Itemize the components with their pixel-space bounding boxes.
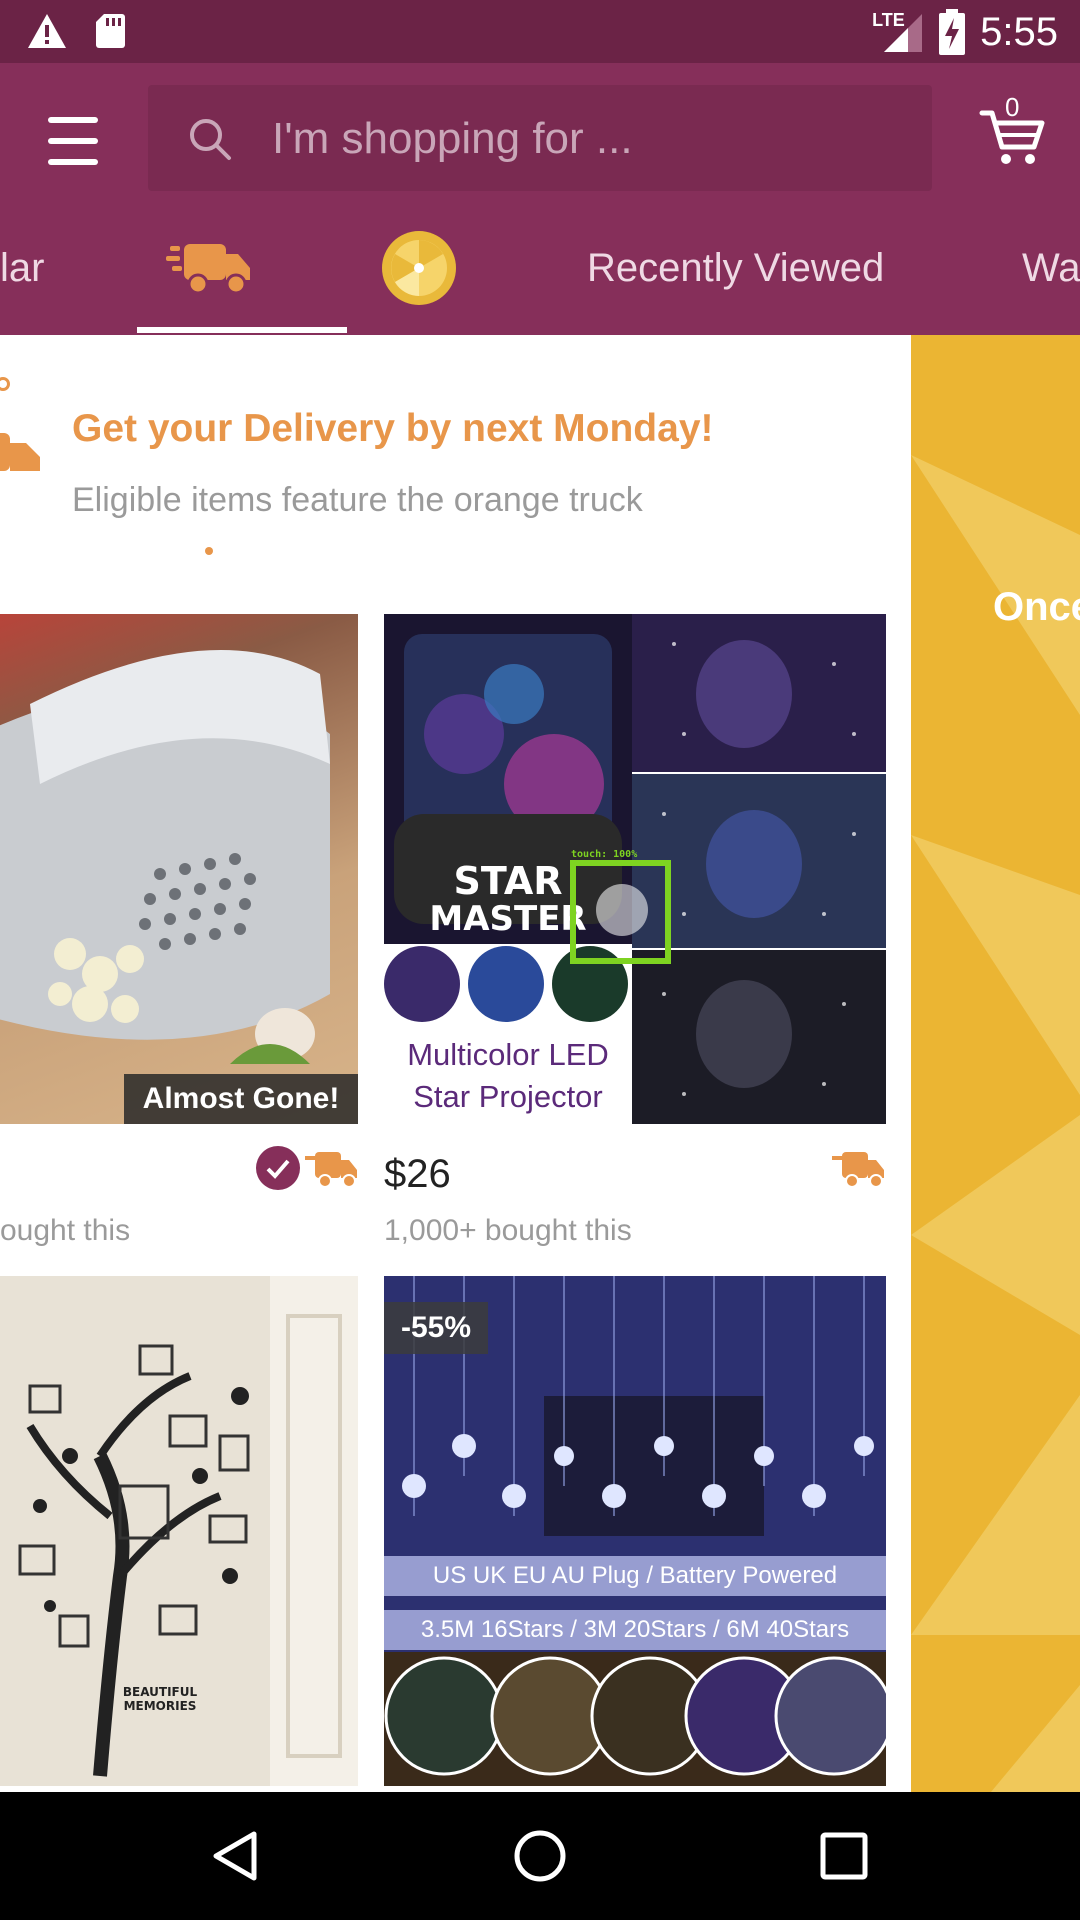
- promo-subtitle: Eligible items feature the orange truck: [72, 481, 643, 519]
- caption-line: Multicolor LED: [407, 1037, 609, 1072]
- tab-recently-viewed[interactable]: Recently Viewed: [587, 200, 884, 335]
- product-price: $26: [384, 1152, 451, 1196]
- menu-button[interactable]: [40, 111, 106, 171]
- tab-wishlist[interactable]: Wa: [1022, 200, 1080, 335]
- discount-badge: -55%: [384, 1302, 488, 1354]
- battery-charging-icon: [939, 9, 966, 55]
- fast-delivery-truck-icon: [305, 1152, 357, 1188]
- product-image: BEAUTIFUL MEMORIES: [18, 1276, 358, 1786]
- side-banner-text: Once: [993, 585, 1080, 629]
- sd-card-icon: [96, 14, 125, 48]
- touch-indicator-box: [570, 860, 671, 964]
- almost-gone-badge: Almost Gone!: [124, 1074, 358, 1124]
- decorative-dot: [0, 377, 10, 391]
- navigation-bar: [0, 1792, 1080, 1920]
- category-tabs: lar Recently Viewed Wa: [0, 200, 1080, 335]
- tab-fast-delivery[interactable]: [166, 200, 252, 335]
- cart-count-badge: 0: [1005, 92, 1020, 122]
- product-card-snowflake-lights[interactable]: -55% US UK EU AU Plug / Battery Powered …: [384, 1276, 886, 1786]
- home-icon[interactable]: [510, 1826, 570, 1886]
- decorative-dot: [205, 547, 213, 555]
- svg-text:MASTER: MASTER: [429, 899, 586, 939]
- prize-wheel-icon: [382, 230, 456, 305]
- recents-icon[interactable]: [814, 1826, 874, 1886]
- discount-text: -55%: [400, 1311, 472, 1344]
- badge-text: Almost Gone!: [142, 1082, 340, 1115]
- image-caption: US UK EU AU Plug / Battery Powered: [432, 1562, 838, 1589]
- tab-label: lar: [0, 245, 45, 290]
- image-caption: BEAUTIFUL: [123, 1685, 198, 1699]
- tab-calendar[interactable]: lar: [0, 200, 44, 335]
- search-bar[interactable]: I'm shopping for ...: [148, 85, 932, 191]
- caption-line: Star Projector: [413, 1079, 603, 1114]
- delivery-truck-icon: [166, 243, 250, 294]
- product-card-tree-wall-sticker[interactable]: BEAUTIFUL MEMORIES: [0, 1276, 358, 1786]
- bought-count: ought this: [0, 1214, 131, 1247]
- tab-prize-wheel[interactable]: [380, 200, 458, 335]
- product-caption: Multicolor LED Star Projector: [384, 1034, 632, 1124]
- svg-text:STAR: STAR: [453, 859, 562, 903]
- product-image: [0, 650, 330, 1064]
- delivery-truck-icon: [0, 433, 40, 479]
- tab-label: Recently Viewed: [587, 245, 885, 290]
- back-icon[interactable]: [206, 1826, 266, 1886]
- search-icon: [190, 119, 231, 160]
- signal-icon: LTE: [872, 8, 924, 56]
- search-input[interactable]: I'm shopping for ...: [272, 113, 633, 165]
- sunburst-graphic: [911, 455, 1080, 1792]
- tab-label: Wa: [1022, 245, 1080, 290]
- promo-title: Get your Delivery by next Monday!: [72, 407, 714, 450]
- menu-line: [48, 117, 98, 123]
- product-card-garlic-press[interactable]: Almost Gone!: [0, 614, 358, 1124]
- menu-line: [48, 159, 98, 165]
- verified-icon: [256, 1146, 300, 1190]
- svg-text:MEMORIES: MEMORIES: [124, 1699, 197, 1713]
- product-feed[interactable]: Get your Delivery by next Monday! Eligib…: [0, 335, 911, 1792]
- warning-icon: [28, 14, 66, 48]
- app-header: I'm shopping for ... 0 lar Recently View…: [0, 63, 1080, 335]
- active-tab-indicator: [137, 327, 347, 333]
- side-promo-banner[interactable]: Once: [911, 335, 1080, 1792]
- bought-count: 1,000+ bought this: [384, 1214, 632, 1247]
- status-bar: LTE 5:55: [0, 0, 1080, 63]
- menu-line: [48, 138, 98, 144]
- delivery-promo-banner[interactable]: Get your Delivery by next Monday! Eligib…: [0, 335, 911, 585]
- status-time: 5:55: [980, 10, 1058, 54]
- fast-delivery-truck-icon: [832, 1152, 884, 1188]
- image-caption: 3.5M 16Stars / 3M 20Stars / 6M 40Stars: [420, 1616, 850, 1643]
- touch-indicator-label: touch: 100%: [571, 849, 638, 860]
